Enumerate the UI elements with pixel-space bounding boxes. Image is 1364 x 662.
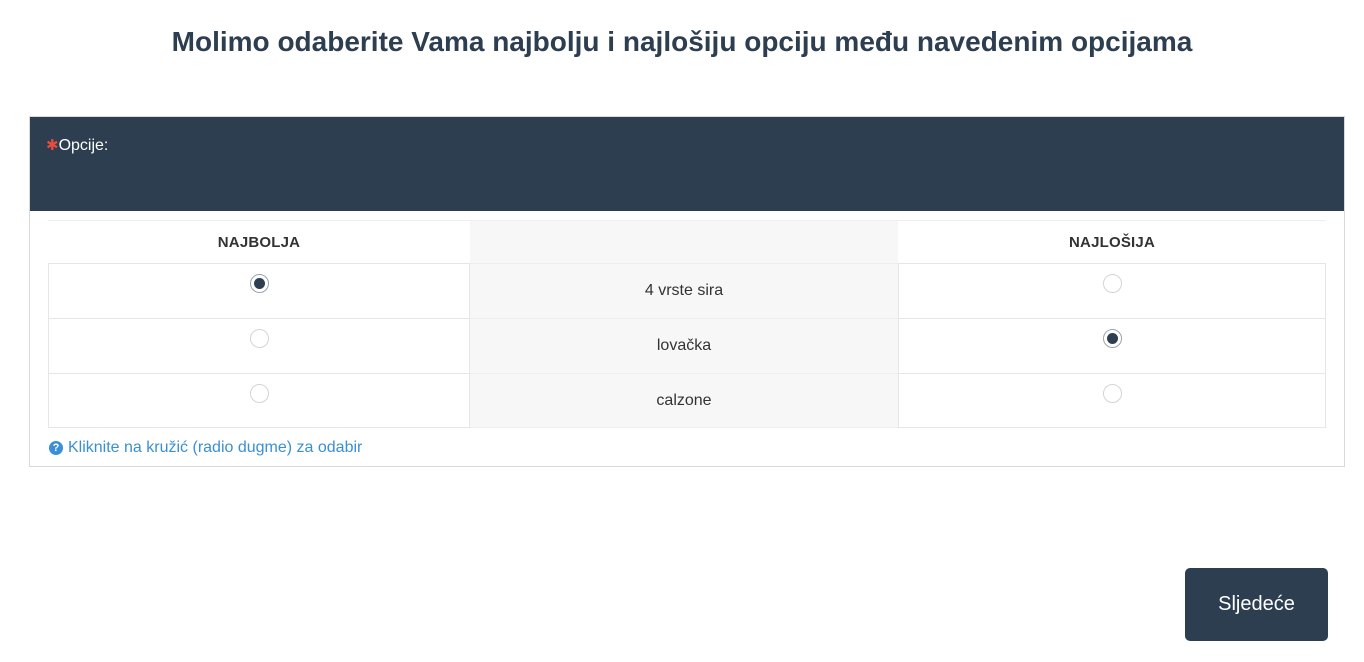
option-label-cell: 4 vrste sira xyxy=(470,263,898,318)
option-label: calzone xyxy=(656,391,712,409)
option-row: calzone xyxy=(48,373,1326,428)
column-header-best: NAJBOLJA xyxy=(217,233,301,251)
question-header: ✱Opcije: xyxy=(30,117,1344,211)
radio-selected-dot xyxy=(253,278,265,289)
help-hint-link[interactable]: ? Kliknite na kružić (radio dugme) za od… xyxy=(49,439,362,457)
question-panel: ✱Opcije: NAJBOLJA NAJLOŠIJA 4 vrste sira xyxy=(29,116,1345,467)
option-row: lovačka xyxy=(48,318,1326,373)
best-radio-option-2[interactable] xyxy=(249,329,269,348)
help-hint-text: Kliknite na kružić (radio dugme) za odab… xyxy=(68,439,363,456)
best-cell xyxy=(48,318,470,373)
worst-cell xyxy=(898,318,1326,373)
question-label: Opcije: xyxy=(58,137,109,154)
required-asterisk-icon: ✱ xyxy=(46,137,59,154)
option-row: 4 vrste sira xyxy=(48,263,1326,318)
worst-cell xyxy=(898,373,1326,428)
radio-selected-dot xyxy=(1106,333,1118,344)
grid-header-row: NAJBOLJA NAJLOŠIJA xyxy=(48,220,1326,263)
option-label: 4 vrste sira xyxy=(644,282,724,299)
worst-radio-option-2[interactable] xyxy=(1102,329,1122,348)
worst-radio-option-3[interactable] xyxy=(1102,384,1122,403)
best-cell xyxy=(48,373,470,428)
best-radio-option-1[interactable] xyxy=(249,274,269,293)
column-header-options xyxy=(470,221,898,263)
option-label: lovačka xyxy=(656,337,712,354)
page-title: Molimo odaberite Vama najbolju i najloši… xyxy=(171,26,1193,57)
next-button[interactable]: Sljedeće xyxy=(1185,568,1328,641)
option-label-cell: calzone xyxy=(470,373,898,428)
worst-cell xyxy=(898,263,1326,318)
survey-page: Molimo odaberite Vama najbolju i najloši… xyxy=(0,0,1364,662)
column-header-worst: NAJLOŠIJA xyxy=(1069,233,1155,251)
best-radio-option-3[interactable] xyxy=(249,384,269,403)
worst-radio-option-1[interactable] xyxy=(1102,274,1122,293)
option-label-cell: lovačka xyxy=(470,318,898,373)
question-circle-icon: ? xyxy=(49,441,63,455)
best-cell xyxy=(48,263,470,318)
maxdiff-grid: NAJBOLJA NAJLOŠIJA 4 vrste sira lovačka … xyxy=(48,220,1326,428)
